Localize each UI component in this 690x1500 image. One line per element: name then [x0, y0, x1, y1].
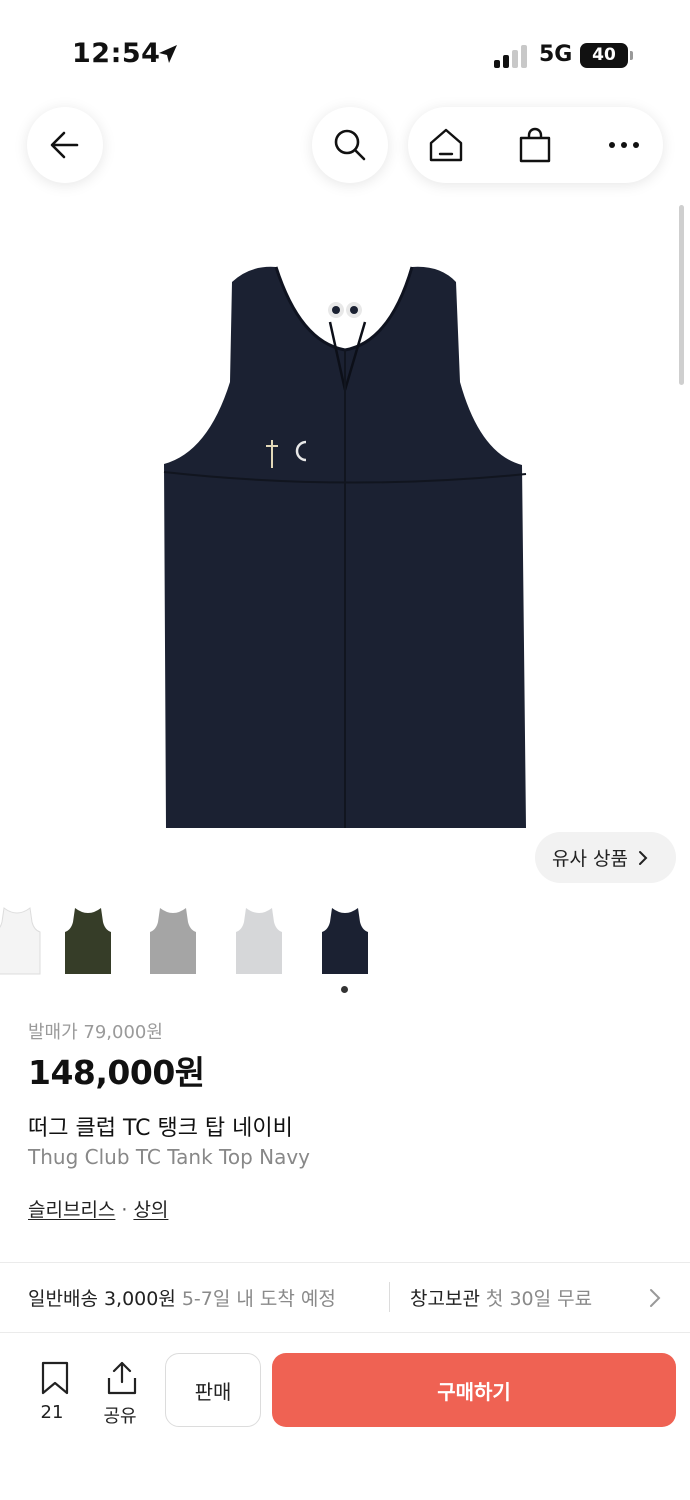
shopping-bag-button[interactable]: [515, 125, 555, 165]
bookmark-icon: [41, 1361, 68, 1395]
breadcrumb-separator: ·: [121, 1199, 128, 1221]
back-button[interactable]: [27, 107, 103, 183]
breadcrumb-brand[interactable]: 슬리브리스: [28, 1199, 115, 1221]
shopping-bag-icon: [519, 127, 551, 163]
bookmark-button[interactable]: 21: [30, 1360, 74, 1430]
product-title-korean: 떠그 클럽 TC 탱크 탑 네이비: [28, 1116, 293, 1141]
search-icon: [334, 129, 366, 161]
scroll-indicator[interactable]: [679, 205, 684, 385]
product-title-english: Thug Club TC Tank Top Navy: [28, 1145, 311, 1169]
light-gray-tank-thumbnail[interactable]: [234, 904, 284, 976]
search-button[interactable]: [312, 107, 388, 183]
normal-shipping-eta: 5-7일 내 도착 예정: [181, 1288, 336, 1310]
cellular-signal-icon: [494, 44, 528, 68]
status-time: 12:54: [72, 38, 161, 69]
warehouse-note: 첫 30일 무료: [485, 1288, 593, 1310]
bottom-action-bar: 21 공유 판매 구매하기: [0, 1338, 690, 1500]
more-button[interactable]: [604, 125, 644, 165]
current-price: 148,000원: [28, 1053, 205, 1092]
normal-shipping: 일반배송 3,000원 5-7일 내 도착 예정: [28, 1284, 336, 1311]
selected-thumbnail-dot: [341, 986, 348, 993]
buy-button[interactable]: 구매하기: [272, 1353, 676, 1427]
share-label: 공유: [103, 1406, 137, 1427]
home-button[interactable]: [426, 125, 466, 165]
nav-action-group: [408, 107, 663, 183]
chevron-right-icon: [650, 1289, 661, 1307]
shipping-divider: [389, 1282, 390, 1312]
share-icon: [107, 1361, 137, 1395]
similar-products-button[interactable]: 유사 상품: [535, 832, 676, 883]
shipping-info-row[interactable]: 일반배송 3,000원 5-7일 내 도착 예정 창고보관 첫 30일 무료: [0, 1262, 690, 1332]
home-icon: [429, 128, 463, 162]
network-type: 5G: [539, 42, 573, 67]
color-thumbnails: [0, 900, 690, 980]
release-price: 발매가 79,000원: [28, 1022, 163, 1043]
white-tank-thumbnail[interactable]: [0, 904, 42, 976]
arrow-left-icon: [50, 131, 79, 159]
status-bar: 12:54 5G 40: [0, 0, 690, 100]
sell-button[interactable]: 판매: [165, 1353, 261, 1427]
bookmark-count: 21: [40, 1402, 64, 1423]
breadcrumb-category[interactable]: 상의: [133, 1199, 168, 1221]
normal-shipping-label: 일반배송 3,000원: [28, 1288, 176, 1310]
chevron-right-icon: [638, 850, 648, 865]
similar-products-label: 유사 상품: [552, 848, 628, 870]
navy-tank-thumbnail[interactable]: [320, 904, 370, 976]
warehouse-storage: 창고보관 첫 30일 무료: [410, 1284, 592, 1311]
share-button[interactable]: 공유: [98, 1360, 142, 1430]
olive-tank-thumbnail[interactable]: [63, 904, 113, 976]
more-horizontal-icon: [609, 142, 639, 148]
navy-tank-top-image: [163, 266, 527, 829]
divider: [0, 1332, 690, 1333]
warehouse-label: 창고보관: [410, 1288, 480, 1310]
gray-tank-thumbnail[interactable]: [148, 904, 198, 976]
breadcrumb: 슬리브리스 · 상의: [28, 1195, 168, 1222]
battery-indicator: 40: [580, 43, 633, 68]
location-arrow-icon: [159, 45, 177, 63]
